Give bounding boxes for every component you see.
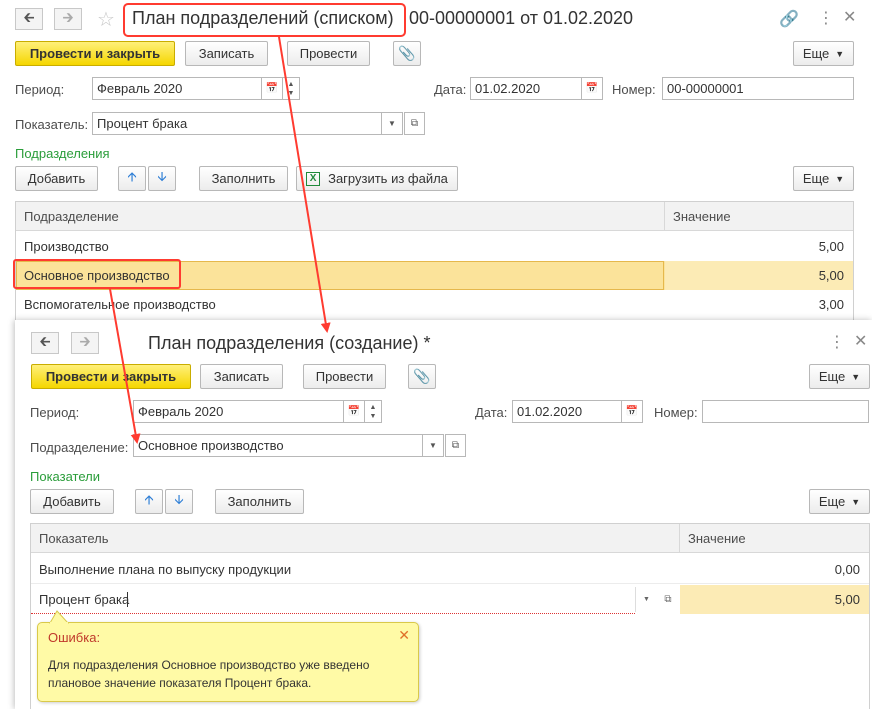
arrow-title-to-form (278, 36, 331, 333)
arrow-row-to-division (109, 288, 141, 444)
annotation-arrows (109, 36, 331, 444)
